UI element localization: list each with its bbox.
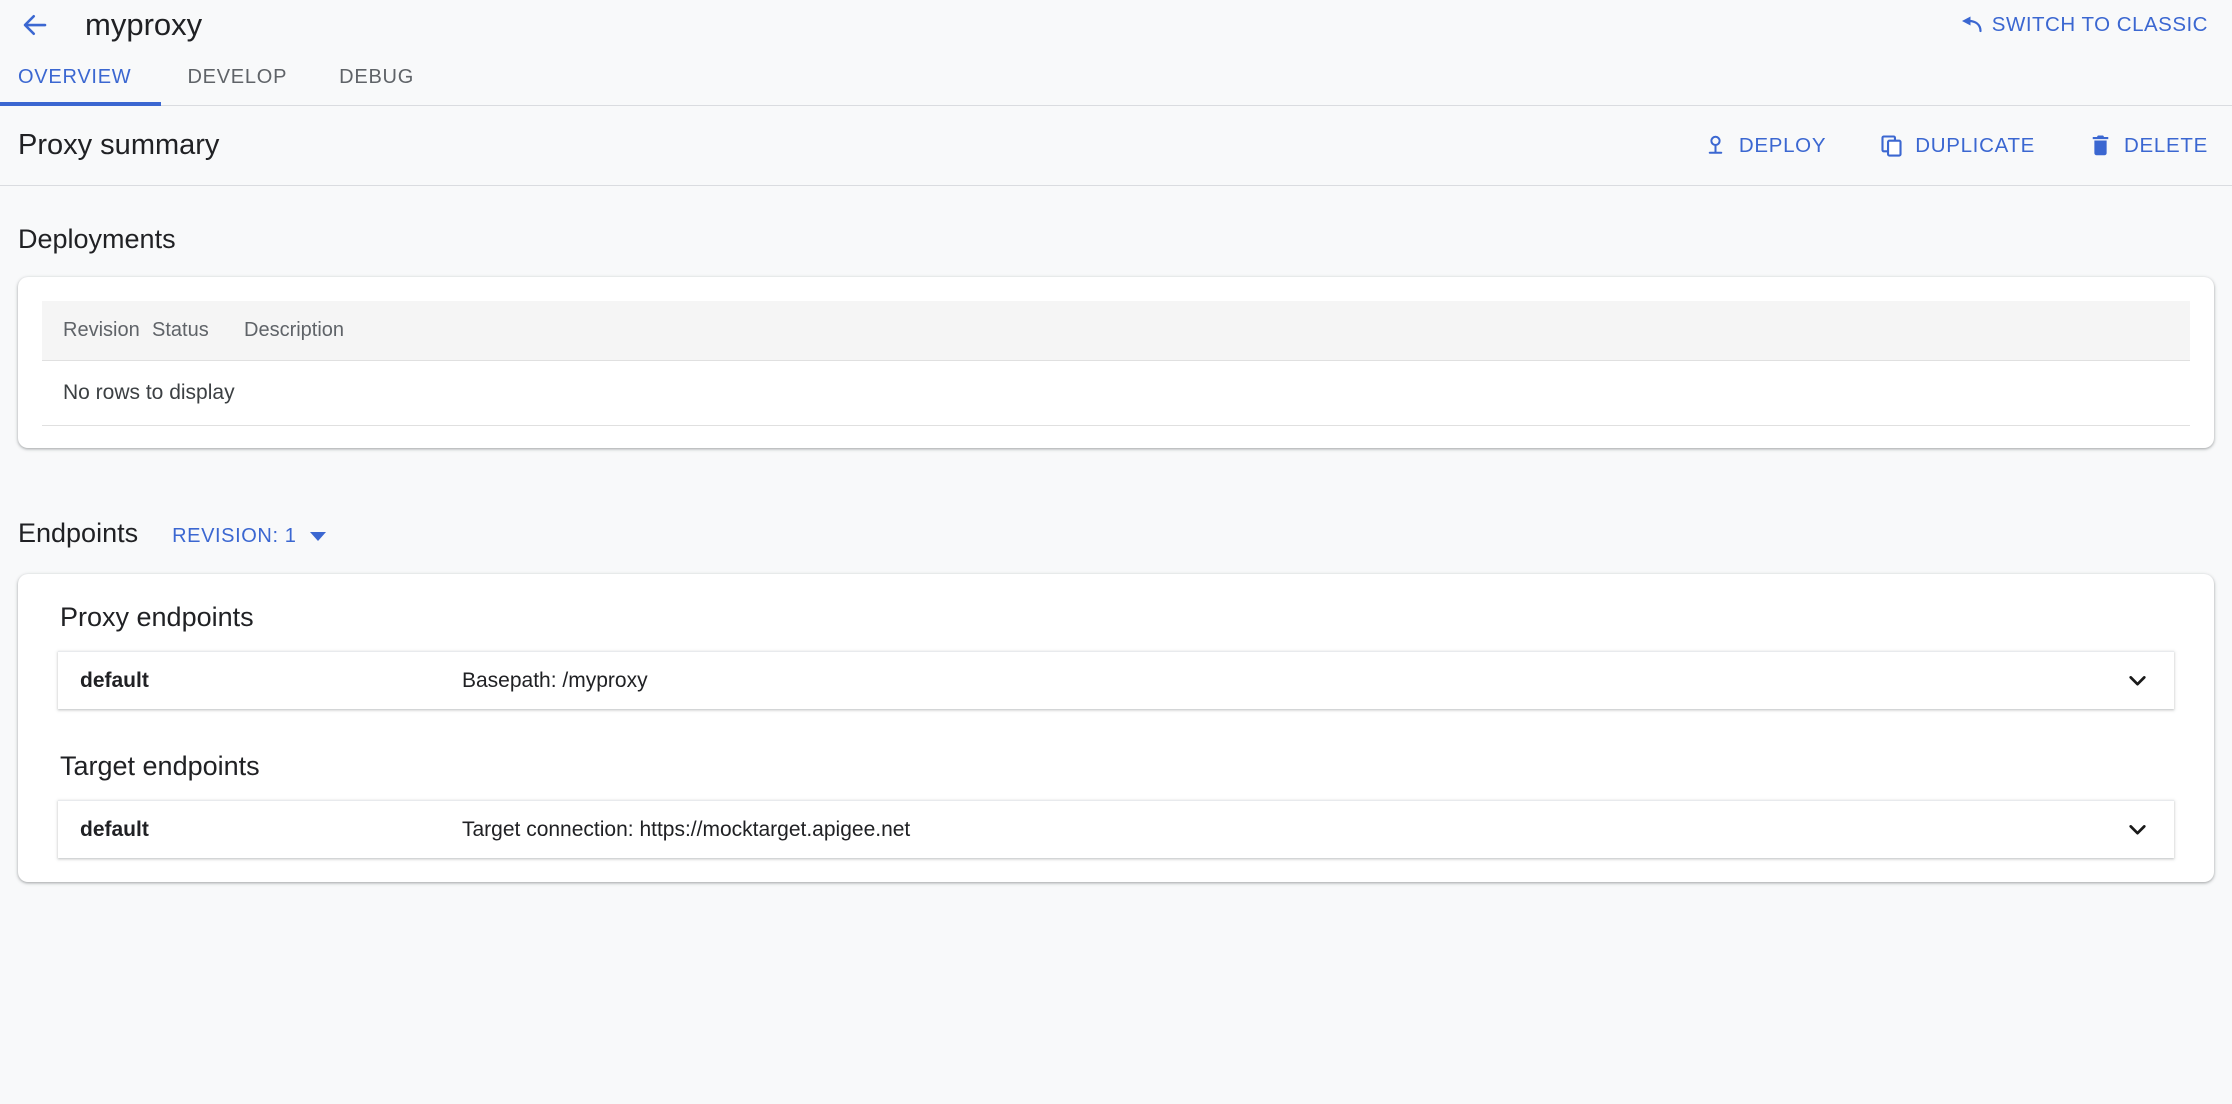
tab-overview-label: OVERVIEW [18, 65, 132, 88]
trash-icon [2089, 134, 2112, 157]
column-header-description[interactable]: Description [244, 301, 2190, 361]
delete-button[interactable]: DELETE [2089, 134, 2208, 158]
duplicate-button[interactable]: DUPLICATE [1880, 134, 2035, 158]
chevron-down-icon [2125, 817, 2150, 842]
deployments-section-header: Deployments [18, 186, 2214, 277]
column-header-revision[interactable]: Revision [42, 301, 152, 361]
proxy-endpoints-title: Proxy endpoints [60, 602, 254, 632]
page-title: myproxy [85, 7, 203, 42]
back-button[interactable] [18, 8, 52, 42]
target-endpoint-row-default[interactable]: default Target connection: https://mockt… [58, 800, 2174, 858]
tab-develop-label: DEVELOP [187, 65, 288, 88]
deployments-card: Revision Status Description No rows to d… [18, 277, 2214, 448]
proxy-endpoint-detail: Basepath: /myproxy [462, 668, 648, 692]
proxy-endpoint-row-default[interactable]: default Basepath: /myproxy [58, 651, 2174, 709]
proxy-endpoint-expand-button[interactable] [2122, 668, 2152, 693]
table-row-empty: No rows to display [42, 360, 2190, 426]
deploy-label: DEPLOY [1738, 133, 1827, 157]
summary-action-group: DEPLOY DUPLICATE DELETE [1704, 134, 2208, 158]
target-endpoint-detail: Target connection: https://mocktarget.ap… [462, 817, 911, 841]
proxy-summary-bar: Proxy summary DEPLOY DUPLICATE DELETE [0, 106, 2232, 186]
target-endpoint-name: default [80, 817, 149, 841]
deployments-title: Deployments [18, 224, 176, 254]
target-endpoints-title: Target endpoints [60, 751, 260, 781]
duplicate-label: DUPLICATE [1915, 133, 2036, 157]
endpoints-card: Proxy endpoints default Basepath: /mypro… [18, 574, 2214, 882]
deployments-header-row: Revision Status Description [42, 301, 2190, 361]
chevron-down-icon [2125, 668, 2150, 693]
deployments-table-head: Revision Status Description [42, 301, 2190, 361]
deployments-table-body: No rows to display [42, 360, 2190, 426]
tab-debug-label: DEBUG [339, 65, 415, 88]
column-header-status[interactable]: Status [152, 301, 244, 361]
deployments-table: Revision Status Description No rows to d… [42, 301, 2190, 426]
tab-bar: OVERVIEW DEVELOP DEBUG [0, 49, 2232, 106]
deploy-button[interactable]: DEPLOY [1704, 134, 1826, 158]
no-rows-message: No rows to display [42, 360, 2190, 426]
switch-to-classic-label: SWITCH TO CLASSIC [1991, 12, 2208, 36]
endpoints-title: Endpoints [18, 518, 139, 548]
tab-overview[interactable]: OVERVIEW [0, 49, 162, 106]
arrow-back-icon [20, 10, 50, 40]
switch-to-classic-button[interactable]: SWITCH TO CLASSIC [1959, 13, 2208, 37]
chevron-down-icon [309, 532, 326, 541]
tab-debug[interactable]: DEBUG [313, 49, 440, 105]
endpoints-section-header: Endpoints REVISION: 1 [18, 448, 2214, 574]
tab-develop[interactable]: DEVELOP [161, 49, 313, 105]
copy-icon [1880, 134, 1903, 157]
proxy-summary-title: Proxy summary [18, 129, 220, 161]
undo-arrow-icon [1959, 15, 1983, 35]
target-endpoint-expand-button[interactable] [2122, 817, 2152, 842]
title-bar: myproxy SWITCH TO CLASSIC [0, 0, 2232, 49]
revision-selector-label: REVISION: 1 [172, 525, 297, 547]
revision-selector[interactable]: REVISION: 1 [172, 525, 326, 548]
deploy-pin-icon [1704, 134, 1727, 157]
proxy-endpoint-name: default [80, 668, 149, 692]
delete-label: DELETE [2124, 133, 2208, 157]
page-body: Deployments Revision Status Description … [0, 186, 2232, 882]
